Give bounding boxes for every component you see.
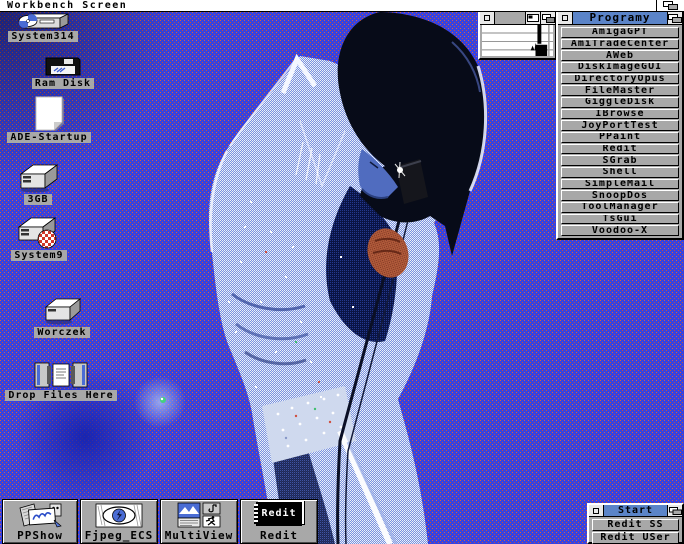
depth-icon	[542, 14, 555, 23]
harddisk-icon	[42, 297, 82, 326]
programy-title: Programy	[573, 12, 667, 24]
program-button-directoryopus[interactable]: DirectoryOpus	[561, 74, 679, 85]
spiral-binding	[254, 504, 258, 524]
graph-window[interactable]	[478, 10, 557, 60]
program-button-filemaster[interactable]: FileMaster	[561, 85, 679, 96]
start-button-list: Redit SS Redit USer	[590, 518, 681, 541]
dock-label: PPShow	[17, 530, 63, 542]
ppshow-picture-icon	[16, 502, 64, 529]
dock-label: Fjpeg_ECS	[85, 530, 154, 542]
screen-depth-gadget[interactable]	[656, 0, 684, 11]
drop-drawer-icon	[33, 361, 89, 389]
start-titlebar[interactable]: Start	[589, 505, 682, 517]
workbench-screen: Workbench Screen	[0, 0, 684, 544]
program-button-aweb[interactable]: AWeb	[561, 50, 679, 61]
desktop-icon-drop-files-here[interactable]: Drop Files Here	[0, 361, 122, 401]
icon-label: ADE-Startup	[7, 132, 90, 143]
program-button-voodoo-x[interactable]: Voodoo-X	[561, 225, 679, 236]
desktop-icon-ade-startup[interactable]: ADE-Startup	[6, 96, 92, 143]
redit-notepad-icon: Redit	[256, 502, 302, 526]
screen-title: Workbench Screen	[0, 0, 656, 11]
graph-window-titlebar[interactable]	[480, 12, 555, 25]
program-button-shell[interactable]: Shell	[561, 167, 679, 178]
program-button-amigagpt[interactable]: AmigaGPT	[561, 27, 679, 38]
program-button-amitradecenter[interactable]: AmiTradeCenter	[561, 39, 679, 50]
icon-label: Drop Files Here	[5, 390, 116, 401]
usage-graph-canvas	[482, 25, 553, 56]
start-button-redit-user[interactable]: Redit USer	[592, 532, 679, 544]
depth-gadget[interactable]	[667, 505, 682, 516]
dock-button-fjpeg-ecs[interactable]: Fjpeg_ECS	[80, 499, 158, 544]
icon-label: System9	[11, 250, 66, 261]
harddisk-boingball-icon	[15, 216, 63, 249]
close-icon	[593, 508, 599, 514]
program-button-toolmanager[interactable]: ToolManager	[561, 202, 679, 213]
program-button-redit[interactable]: Redit	[561, 144, 679, 155]
document-icon	[32, 96, 66, 131]
icon-label: 3GB	[24, 194, 51, 205]
programy-window[interactable]: Programy AmigaGPT AmiTradeCenter AWeb Di…	[556, 10, 684, 240]
desktop-icon-worczek[interactable]: Worczek	[33, 297, 91, 338]
depth-icon	[662, 1, 680, 11]
desktop-icon-ram-disk[interactable]: Ram Disk	[28, 56, 98, 89]
start-button-redit-ss[interactable]: Redit SS	[592, 519, 679, 531]
dock-button-redit[interactable]: Redit Redit	[240, 499, 318, 544]
start-title: Start	[604, 505, 667, 516]
program-button-simplemail[interactable]: SimpleMail	[561, 179, 679, 190]
harddisk-icon	[17, 162, 59, 193]
zoom-gadget[interactable]	[525, 12, 540, 24]
icon-label: System314	[8, 31, 77, 42]
close-gadget[interactable]	[558, 12, 573, 24]
start-window[interactable]: Start Redit SS Redit USer	[587, 503, 684, 544]
icon-label: Ram Disk	[32, 78, 94, 89]
program-button-joyporttest[interactable]: JoyPortTest	[561, 120, 679, 131]
programy-titlebar[interactable]: Programy	[558, 12, 682, 25]
desktop-icon-3gb[interactable]: 3GB	[16, 162, 60, 205]
program-button-sgrab[interactable]: SGrab	[561, 155, 679, 166]
dock-label: Redit	[260, 530, 298, 542]
dock-button-multiview[interactable]: MultiView	[160, 499, 238, 544]
depth-icon	[669, 507, 682, 515]
depth-icon	[668, 14, 682, 23]
screen-titlebar[interactable]: Workbench Screen	[0, 0, 684, 12]
depth-gadget[interactable]	[667, 12, 682, 24]
dock-button-ppshow[interactable]: PPShow	[2, 499, 78, 544]
depth-gadget[interactable]	[540, 12, 555, 24]
dock-label: MultiView	[165, 530, 234, 542]
program-button-snoopdos[interactable]: SnoopDos	[561, 190, 679, 201]
close-gadget[interactable]	[480, 12, 495, 24]
harddisk-cd-icon	[16, 13, 70, 30]
desktop-icon-system314[interactable]: System314	[4, 13, 82, 42]
close-icon	[484, 15, 490, 21]
program-button-ibrowse[interactable]: IBrowse	[561, 109, 679, 120]
multiview-grid-icon	[177, 502, 221, 529]
program-button-tsgui[interactable]: TsGui	[561, 214, 679, 225]
close-gadget[interactable]	[589, 505, 604, 516]
icon-label: Worczek	[34, 327, 89, 338]
fjpeg-eye-icon	[93, 502, 145, 529]
floppy-icon	[44, 56, 82, 77]
program-button-ppaint[interactable]: PPaint	[561, 132, 679, 143]
desktop-icon-system9[interactable]: System9	[9, 216, 69, 261]
programy-button-list: AmigaGPT AmiTradeCenter AWeb DiskImageGU…	[559, 26, 681, 237]
close-icon	[562, 15, 568, 21]
zoom-icon	[527, 14, 539, 22]
program-button-giggledisk[interactable]: GiggleDisk	[561, 97, 679, 108]
program-button-diskimagegui[interactable]: DiskImageGUI	[561, 62, 679, 73]
